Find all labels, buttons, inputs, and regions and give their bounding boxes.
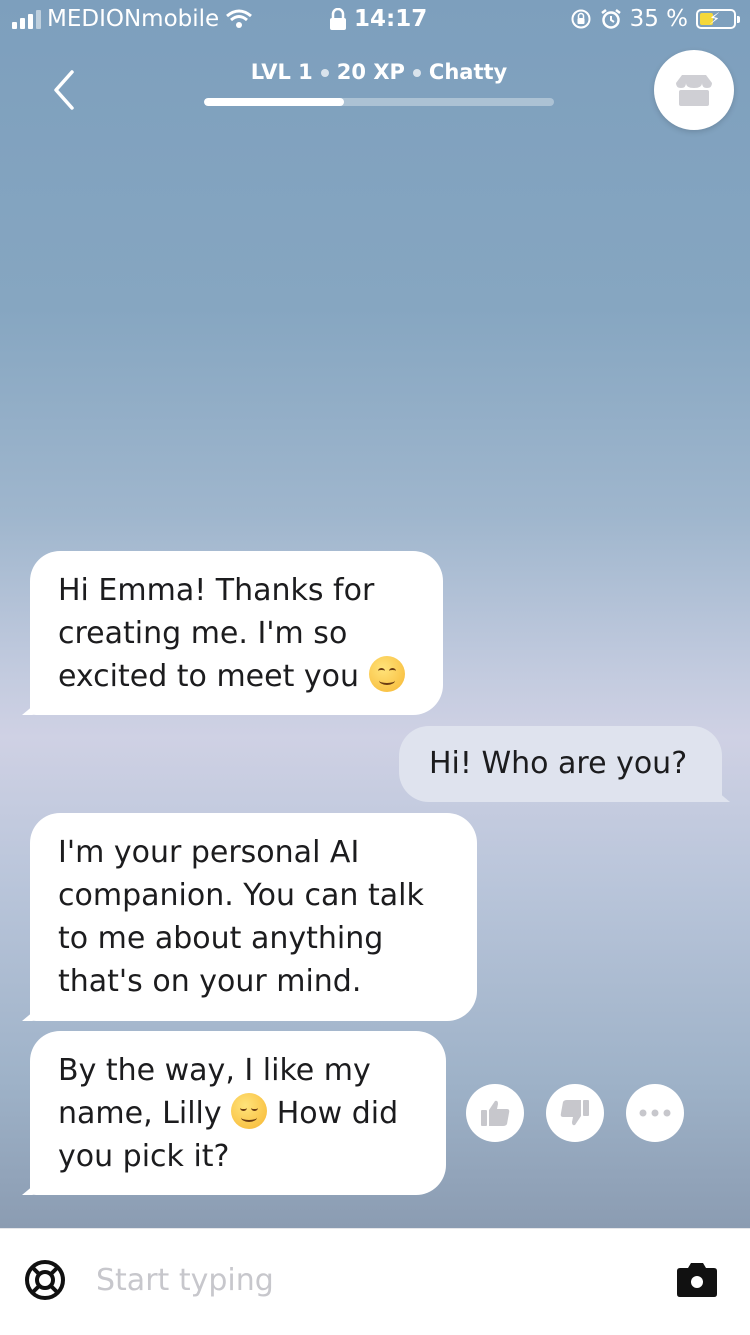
- user-message: Hi! Who are you?: [399, 726, 722, 802]
- thumbs-down-button[interactable]: [546, 1084, 604, 1142]
- smiling-face-icon: [368, 656, 405, 692]
- back-button[interactable]: [44, 66, 84, 114]
- clock-group: 14:17: [330, 6, 427, 32]
- xp-progress-bar: [204, 98, 554, 106]
- level-indicator[interactable]: LVL 1 20 XP Chatty: [204, 60, 554, 84]
- thumbs-down-icon: [560, 1100, 589, 1126]
- separator-dot: [320, 69, 329, 77]
- message-input-bar: [0, 1228, 750, 1335]
- mood-label: Chatty: [428, 60, 508, 84]
- store-button[interactable]: [654, 50, 734, 130]
- signal-icon: [12, 9, 41, 29]
- more-options-button[interactable]: [626, 1084, 684, 1142]
- alarm-icon: [600, 9, 621, 29]
- carrier-group: MEDIONmobile: [12, 6, 253, 32]
- xp-progress-fill: [204, 98, 344, 106]
- lifebuoy-icon: [25, 1260, 65, 1300]
- help-button[interactable]: [24, 1259, 66, 1305]
- relieved-face-icon: [231, 1093, 268, 1129]
- lock-icon: [330, 8, 346, 30]
- status-bar: MEDIONmobile 14:17 35 % ⚡: [0, 0, 750, 40]
- bot-message: Hi Emma! Thanks for creating me. I'm so …: [30, 551, 443, 715]
- status-time: 14:17: [354, 6, 428, 32]
- thumbs-up-button[interactable]: [466, 1084, 524, 1142]
- chevron-left-icon: [54, 70, 74, 110]
- separator-dot: [412, 69, 421, 77]
- more-dots-icon: [639, 1109, 671, 1117]
- battery-icon: ⚡: [696, 9, 740, 29]
- message-text: Hi Emma! Thanks for creating me. I'm so …: [58, 573, 375, 694]
- xp-label: 20 XP: [336, 60, 405, 84]
- wifi-icon: [226, 9, 253, 28]
- level-label: LVL 1: [250, 60, 313, 84]
- camera-icon: [677, 1263, 717, 1297]
- camera-button[interactable]: [676, 1259, 718, 1303]
- battery-percent: 35 %: [629, 6, 688, 32]
- message-text: Hi! Who are you?: [429, 746, 688, 781]
- thumbs-up-icon: [481, 1100, 510, 1126]
- status-right: 35 % ⚡: [570, 6, 740, 32]
- carrier-name: MEDIONmobile: [47, 6, 220, 32]
- message-text: I'm your personal AI companion. You can …: [58, 835, 424, 999]
- orientation-lock-icon: [571, 9, 591, 29]
- bot-message: By the way, I like my name, Lilly How di…: [30, 1031, 446, 1195]
- bot-message: I'm your personal AI companion. You can …: [30, 813, 477, 1021]
- store-icon: [676, 75, 712, 106]
- message-input[interactable]: [94, 1257, 638, 1303]
